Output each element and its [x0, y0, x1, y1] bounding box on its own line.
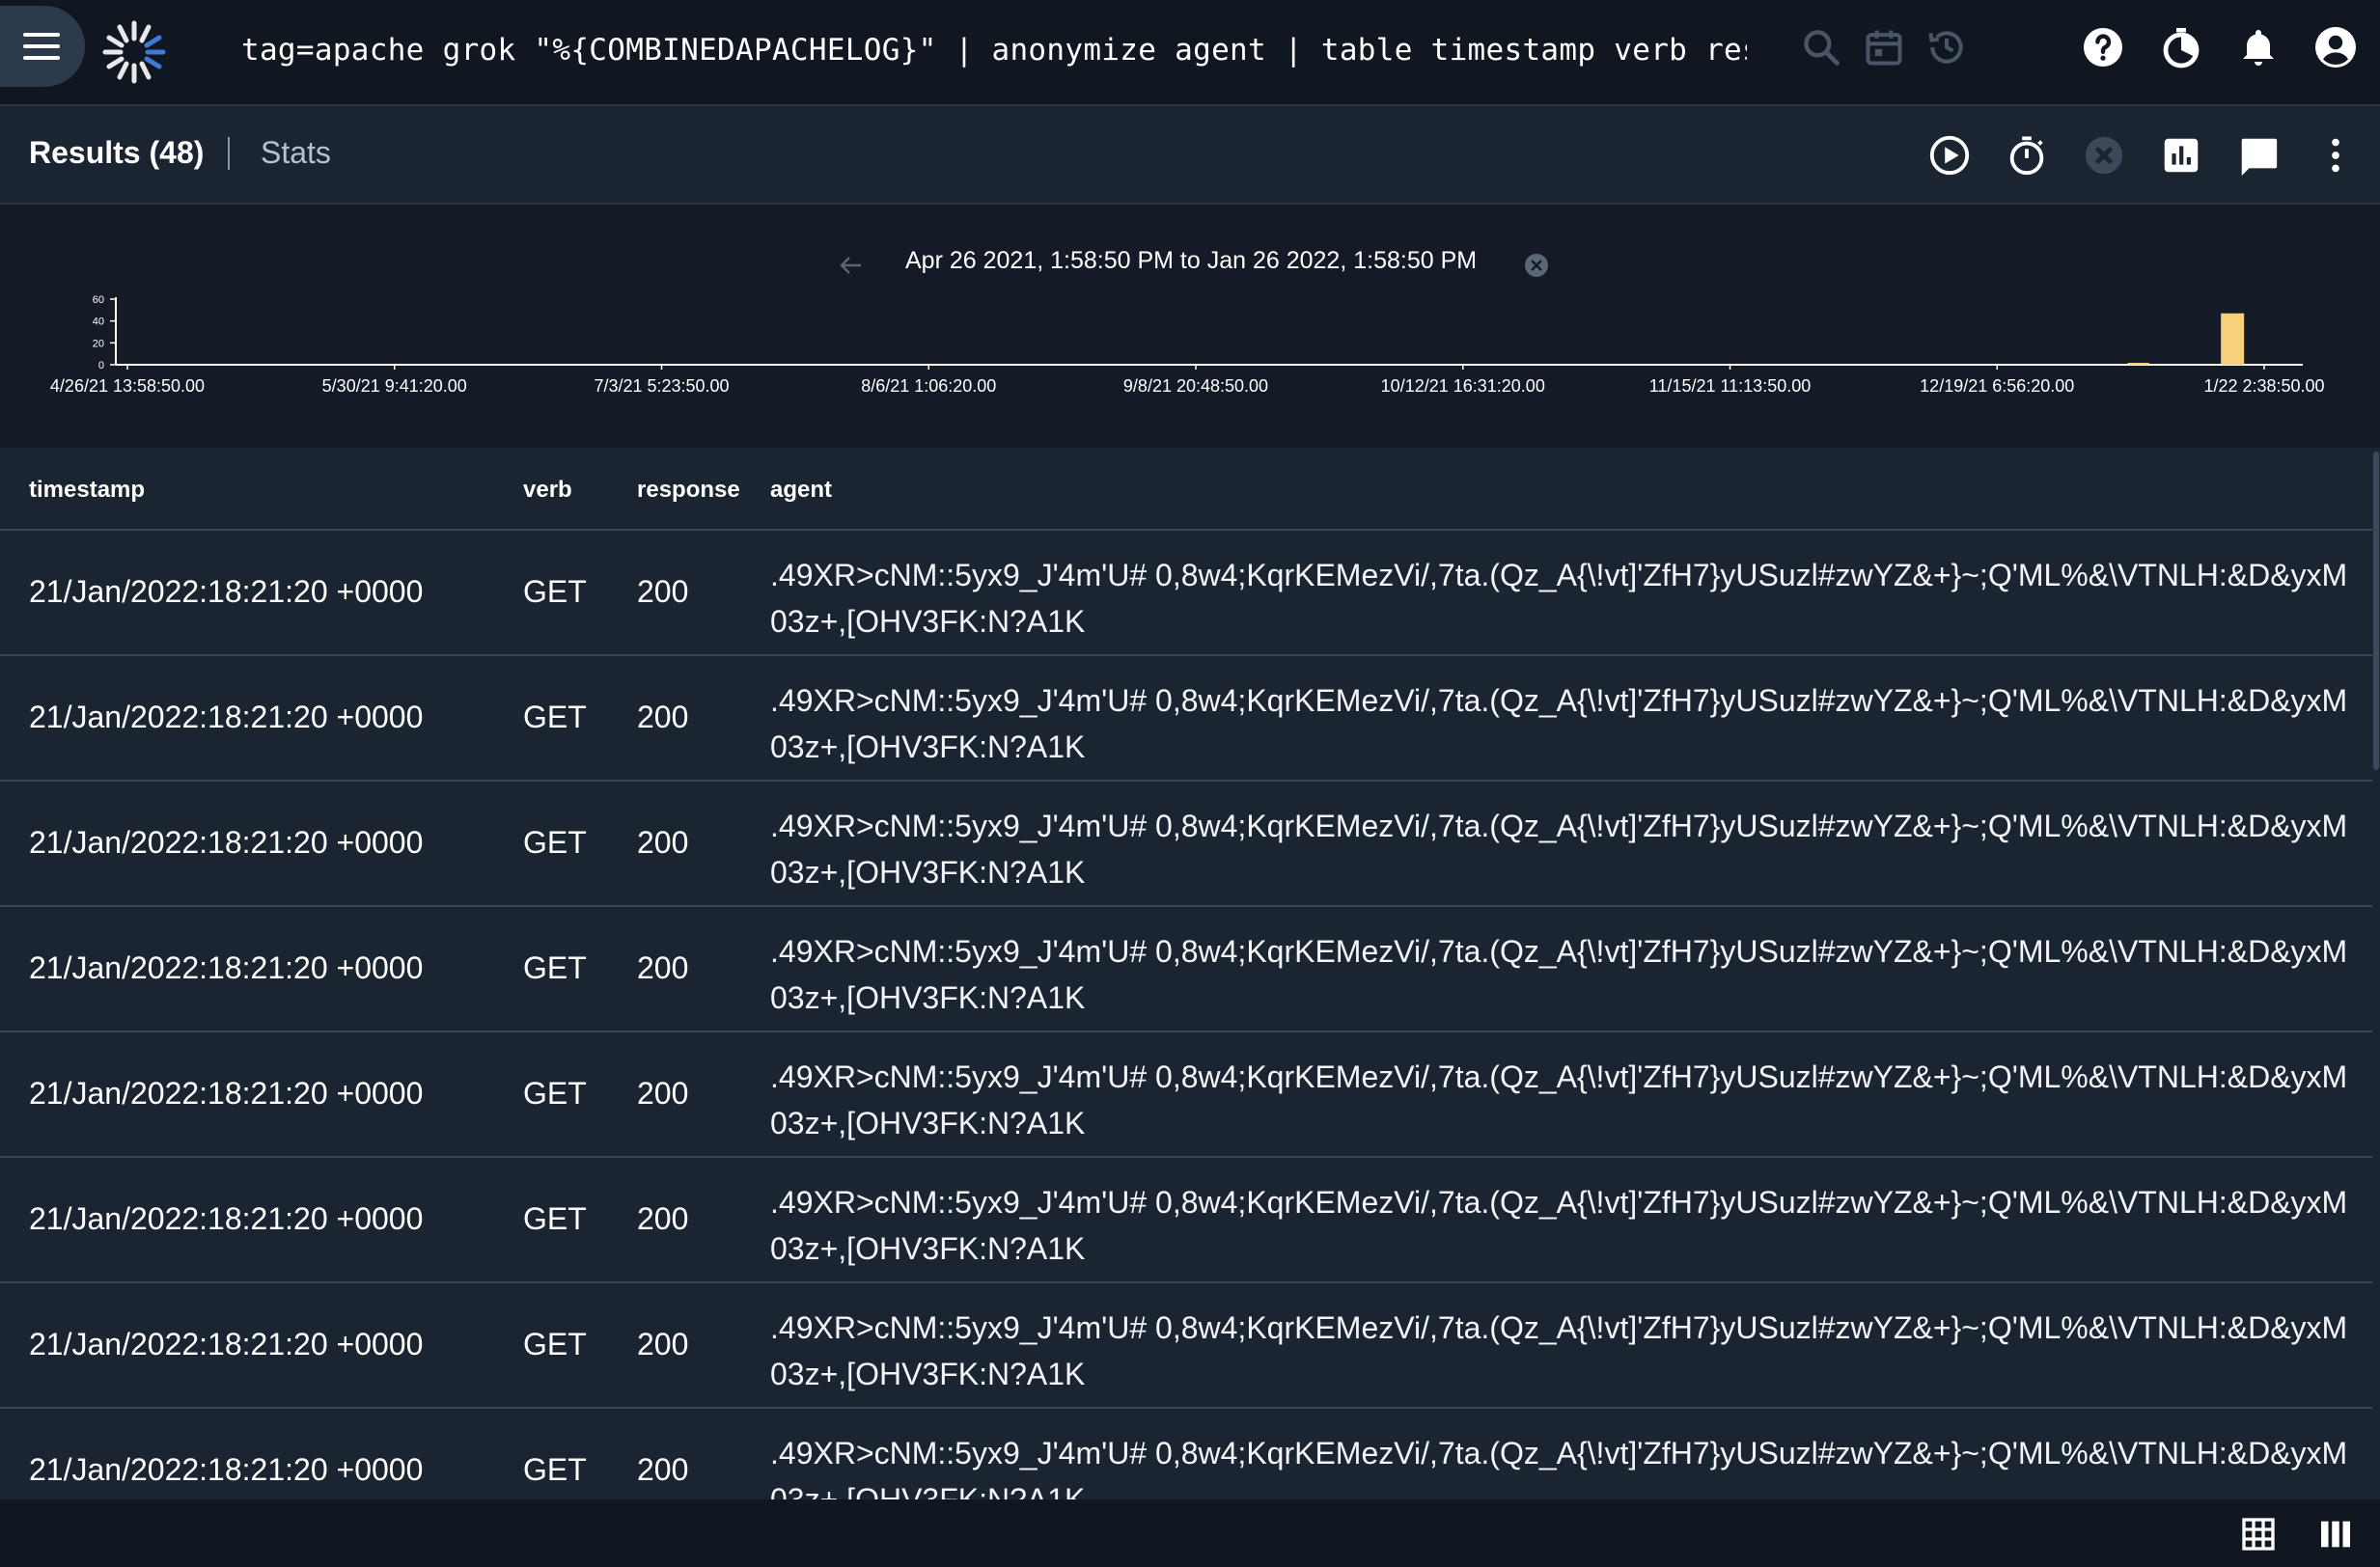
cell-agent: .49XR>cNM::5yx9_J'4m'U# 0,8w4;KqrKEMezVi… [770, 1185, 2348, 1266]
cell-agent: .49XR>cNM::5yx9_J'4m'U# 0,8w4;KqrKEMezVi… [770, 683, 2348, 764]
account-icon[interactable] [2312, 24, 2359, 70]
cell-verb: GET [523, 825, 587, 860]
table-row[interactable]: 21/Jan/2022:18:21:20 +0000 GET 200 .49XR… [0, 1158, 2372, 1283]
cell-response: 200 [637, 950, 689, 985]
help-icon[interactable] [2080, 24, 2126, 70]
histogram-bar [2221, 313, 2245, 365]
stats-tab[interactable]: Stats [261, 135, 331, 171]
cell-response: 200 [637, 1076, 689, 1111]
query-input[interactable]: tag=apache grok "%{COMBINEDAPACHELOG}" |… [241, 33, 1747, 71]
menu-button[interactable] [0, 6, 85, 87]
y-tick-label: 20 [93, 338, 104, 349]
cell-timestamp: 21/Jan/2022:18:21:20 +0000 [29, 1201, 424, 1236]
cell-timestamp: 21/Jan/2022:18:21:20 +0000 [29, 574, 424, 609]
comment-icon[interactable] [2236, 133, 2281, 178]
clear-range-icon[interactable] [1525, 254, 1548, 277]
cell-verb: GET [523, 1452, 587, 1487]
range-back-arrow-icon[interactable] [840, 257, 861, 274]
column-header-timestamp[interactable]: timestamp [29, 477, 145, 504]
x-tick-label: 1/22 2:38:50.00 [2203, 376, 2324, 396]
column-header-response[interactable]: response [637, 477, 740, 504]
x-tick-label: 9/8/21 20:48:50.00 [1123, 376, 1268, 396]
x-tick-label: 4/26/21 13:58:50.00 [50, 376, 205, 396]
x-tick-label: 11/15/21 11:13:50.00 [1649, 376, 1811, 396]
cell-verb: GET [523, 574, 587, 609]
cell-verb: GET [523, 950, 587, 985]
cell-timestamp: 21/Jan/2022:18:21:20 +0000 [29, 700, 424, 734]
x-tick-label: 7/3/21 5:23:50.00 [594, 376, 729, 396]
search-icon[interactable] [1800, 26, 1842, 69]
table-row[interactable]: 21/Jan/2022:18:21:20 +0000 GET 200 .49XR… [0, 1032, 2372, 1158]
column-header-verb[interactable]: verb [523, 477, 572, 504]
y-tick-label: 40 [93, 316, 104, 328]
table-scroll-thumb[interactable] [2373, 452, 2379, 770]
top-bar: tag=apache grok "%{COMBINEDAPACHELOG}" |… [0, 0, 2380, 106]
results-toolbar: Results (48) Stats [0, 106, 2380, 205]
cell-agent: .49XR>cNM::5yx9_J'4m'U# 0,8w4;KqrKEMezVi… [770, 1436, 2348, 1499]
table-row[interactable]: 21/Jan/2022:18:21:20 +0000 GET 200 .49XR… [0, 531, 2372, 656]
stopwatch-icon[interactable] [2005, 133, 2049, 178]
cell-verb: GET [523, 1076, 587, 1111]
y-tick-label: 0 [98, 360, 104, 371]
chart-icon[interactable] [2159, 133, 2203, 178]
menu-icon-line [23, 33, 60, 37]
calendar-icon[interactable] [1863, 26, 1905, 69]
cell-agent: .49XR>cNM::5yx9_J'4m'U# 0,8w4;KqrKEMezVi… [770, 558, 2348, 639]
menu-icon-line [23, 56, 60, 60]
logo-icon[interactable] [99, 17, 169, 87]
cell-response: 200 [637, 1452, 689, 1487]
histogram-bar [2127, 363, 2149, 365]
cell-agent: .49XR>cNM::5yx9_J'4m'U# 0,8w4;KqrKEMezVi… [770, 809, 2348, 890]
cell-agent: .49XR>cNM::5yx9_J'4m'U# 0,8w4;KqrKEMezVi… [770, 934, 2348, 1015]
results-table: timestamp verb response agent 21/Jan/202… [0, 448, 2372, 1499]
footer-bar [0, 1499, 2380, 1567]
cell-verb: GET [523, 1201, 587, 1236]
cell-response: 200 [637, 700, 689, 734]
cell-verb: GET [523, 700, 587, 734]
cell-timestamp: 21/Jan/2022:18:21:20 +0000 [29, 825, 424, 860]
x-tick-label: 12/19/21 6:56:20.00 [1920, 376, 2074, 396]
cell-response: 200 [637, 1327, 689, 1361]
cell-timestamp: 21/Jan/2022:18:21:20 +0000 [29, 950, 424, 985]
timeline-chart: 60 40 20 0 4/26/21 13:58:50.00 5/30/21 9:41:2… [0, 205, 2380, 448]
history-icon[interactable] [1925, 26, 1968, 69]
grid-view-icon[interactable] [2239, 1515, 2278, 1553]
cell-response: 200 [637, 825, 689, 860]
play-icon[interactable] [1927, 133, 1972, 178]
table-row[interactable]: 21/Jan/2022:18:21:20 +0000 GET 200 .49XR… [0, 1409, 2372, 1499]
table-row[interactable]: 21/Jan/2022:18:21:20 +0000 GET 200 .49XR… [0, 1283, 2372, 1409]
cell-timestamp: 21/Jan/2022:18:21:20 +0000 [29, 1327, 424, 1361]
time-range-label[interactable]: Apr 26 2021, 1:58:50 PM to Jan 26 2022, … [905, 247, 1477, 275]
tab-divider [228, 137, 230, 170]
x-tick-label: 5/30/21 9:41:20.00 [322, 376, 467, 396]
table-row[interactable]: 21/Jan/2022:18:21:20 +0000 GET 200 .49XR… [0, 656, 2372, 782]
cell-response: 200 [637, 574, 689, 609]
timeline-chart-svg: 60 40 20 0 4/26/21 13:58:50.00 5/30/21 9:41:2… [50, 254, 2325, 396]
bell-icon[interactable] [2235, 24, 2282, 70]
x-tick-label: 8/6/21 1:06:20.00 [861, 376, 996, 396]
column-header-agent[interactable]: agent [770, 477, 832, 504]
cell-timestamp: 21/Jan/2022:18:21:20 +0000 [29, 1452, 424, 1487]
cancel-icon[interactable] [2082, 133, 2126, 178]
cell-response: 200 [637, 1201, 689, 1236]
cell-timestamp: 21/Jan/2022:18:21:20 +0000 [29, 1076, 424, 1111]
timer-icon[interactable] [2158, 24, 2204, 70]
table-row[interactable]: 21/Jan/2022:18:21:20 +0000 GET 200 .49XR… [0, 907, 2372, 1032]
x-tick-label: 10/12/21 16:31:20.00 [1381, 376, 1545, 396]
results-tab[interactable]: Results (48) [29, 135, 204, 171]
table-row[interactable]: 21/Jan/2022:18:21:20 +0000 GET 200 .49XR… [0, 782, 2372, 907]
table-header: timestamp verb response agent [0, 448, 2372, 531]
cell-verb: GET [523, 1327, 587, 1361]
cell-agent: .49XR>cNM::5yx9_J'4m'U# 0,8w4;KqrKEMezVi… [770, 1059, 2348, 1141]
column-view-icon[interactable] [2316, 1515, 2355, 1553]
menu-icon-line [23, 44, 60, 48]
more-icon[interactable] [2313, 133, 2358, 178]
cell-agent: .49XR>cNM::5yx9_J'4m'U# 0,8w4;KqrKEMezVi… [770, 1310, 2348, 1391]
y-tick-label: 60 [93, 294, 104, 306]
